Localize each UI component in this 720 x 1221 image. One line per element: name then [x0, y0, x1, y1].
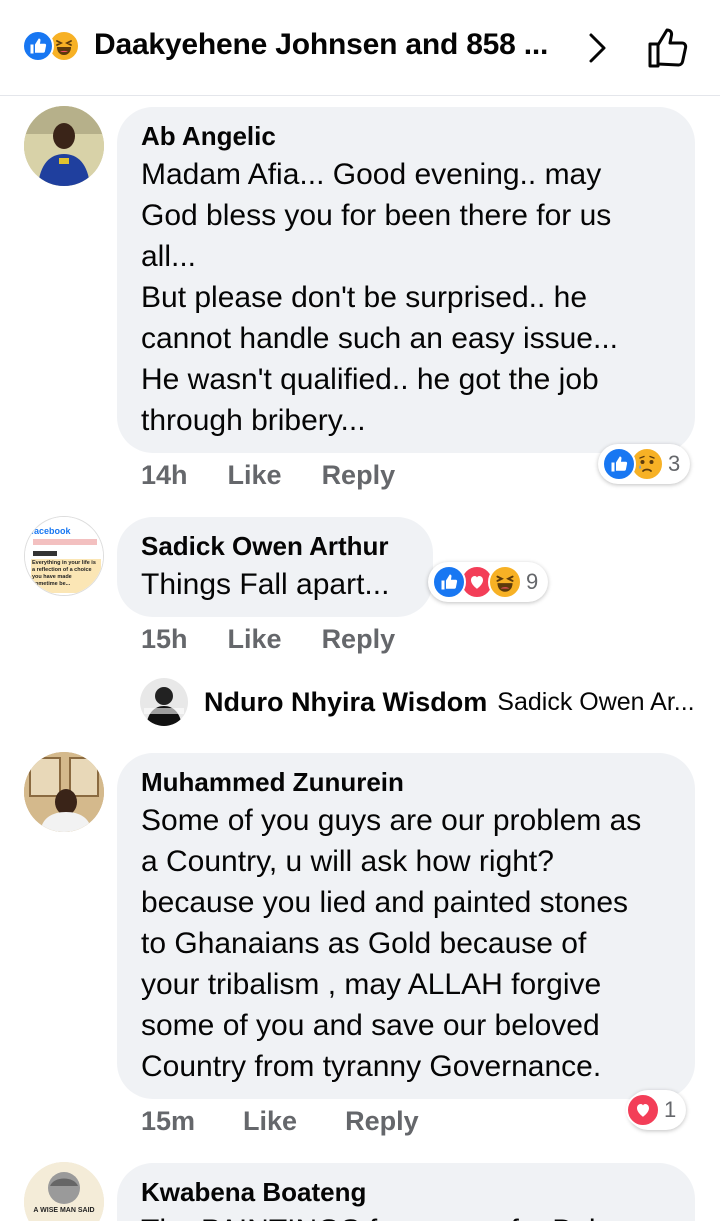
reply-link[interactable]: Reply — [322, 624, 396, 655]
reaction-count-pill[interactable]: 3 — [598, 444, 691, 484]
comment-timestamp: 15m — [141, 1106, 196, 1136]
reply-link[interactable]: Reply — [345, 1106, 419, 1137]
avatar-brand: facebook — [31, 526, 72, 536]
avatar[interactable]: facebook Everything in your life is a re… — [24, 516, 104, 596]
like-link[interactable]: Like — [243, 1106, 297, 1137]
comment-timestamp: 15h — [141, 624, 188, 654]
comment-author[interactable]: Sadick Owen Arthur — [141, 531, 409, 561]
comment-bubble[interactable]: Kwabena Boateng The PAINTINGS for some o… — [117, 1163, 695, 1221]
avatar-caption: A WISE MAN SAID — [33, 1207, 94, 1214]
chevron-right-icon[interactable] — [582, 30, 612, 66]
reply-link[interactable]: Reply — [322, 460, 396, 491]
comment-text: The PAINTINGS for some of... Bob... — [141, 1210, 671, 1221]
reaction-count: 3 — [668, 451, 681, 476]
comment-actions: 15h Like Reply — [141, 624, 395, 655]
comment-actions: 14h Like Reply — [141, 460, 395, 491]
comment-text: Some of you guys are our problem as a Co… — [141, 804, 642, 1083]
comment-bubble[interactable]: Ab Angelic Madam Afia... Good evening.. … — [117, 107, 695, 453]
comment-text: Madam Afia... Good evening.. may God ble… — [141, 158, 618, 437]
like-icon — [432, 565, 466, 599]
love-icon — [626, 1093, 660, 1127]
like-outline-icon[interactable] — [644, 24, 692, 72]
like-icon — [22, 30, 54, 62]
comment-author[interactable]: Kwabena Boateng — [141, 1177, 671, 1207]
comment-actions: 15m Like Reply — [141, 1106, 419, 1137]
comment-timestamp: 14h — [141, 460, 188, 490]
avatar-quote: Everything in your life is a reflection … — [32, 560, 96, 587]
avatar[interactable]: A WISE MAN SAID — [24, 1162, 104, 1221]
comments-header: Daakyehene Johnsen and 858 ... — [0, 0, 720, 96]
comment-author[interactable]: Ab Angelic — [141, 121, 671, 151]
like-link[interactable]: Like — [228, 460, 282, 491]
reaction-count: 1 — [664, 1097, 677, 1122]
header-reactions[interactable] — [22, 30, 80, 62]
avatar[interactable] — [24, 752, 104, 832]
like-link[interactable]: Like — [228, 624, 282, 655]
like-icon — [602, 447, 636, 481]
comment-author[interactable]: Muhammed Zunurein — [141, 767, 671, 797]
comment-bubble[interactable]: Sadick Owen Arthur Things Fall apart... — [117, 517, 433, 617]
comment-text: Things Fall apart... — [141, 568, 390, 601]
comment-bubble[interactable]: Muhammed Zunurein Some of you guys are o… — [117, 753, 695, 1099]
haha-icon — [488, 565, 522, 599]
reaction-count-pill[interactable]: 1 — [626, 1090, 687, 1130]
reply-author[interactable]: Nduro Nhyira Wisdom — [204, 687, 487, 718]
reply-preview[interactable]: Nduro Nhyira Wisdom Sadick Owen Ar... — [140, 678, 695, 726]
reply-avatar — [140, 678, 188, 726]
reply-text: Sadick Owen Ar... — [497, 687, 695, 716]
reactions-summary-title[interactable]: Daakyehene Johnsen and 858 ... — [94, 28, 548, 62]
avatar[interactable] — [24, 106, 104, 186]
reaction-count: 9 — [526, 569, 539, 594]
reaction-count-pill[interactable]: 9 — [428, 562, 549, 602]
